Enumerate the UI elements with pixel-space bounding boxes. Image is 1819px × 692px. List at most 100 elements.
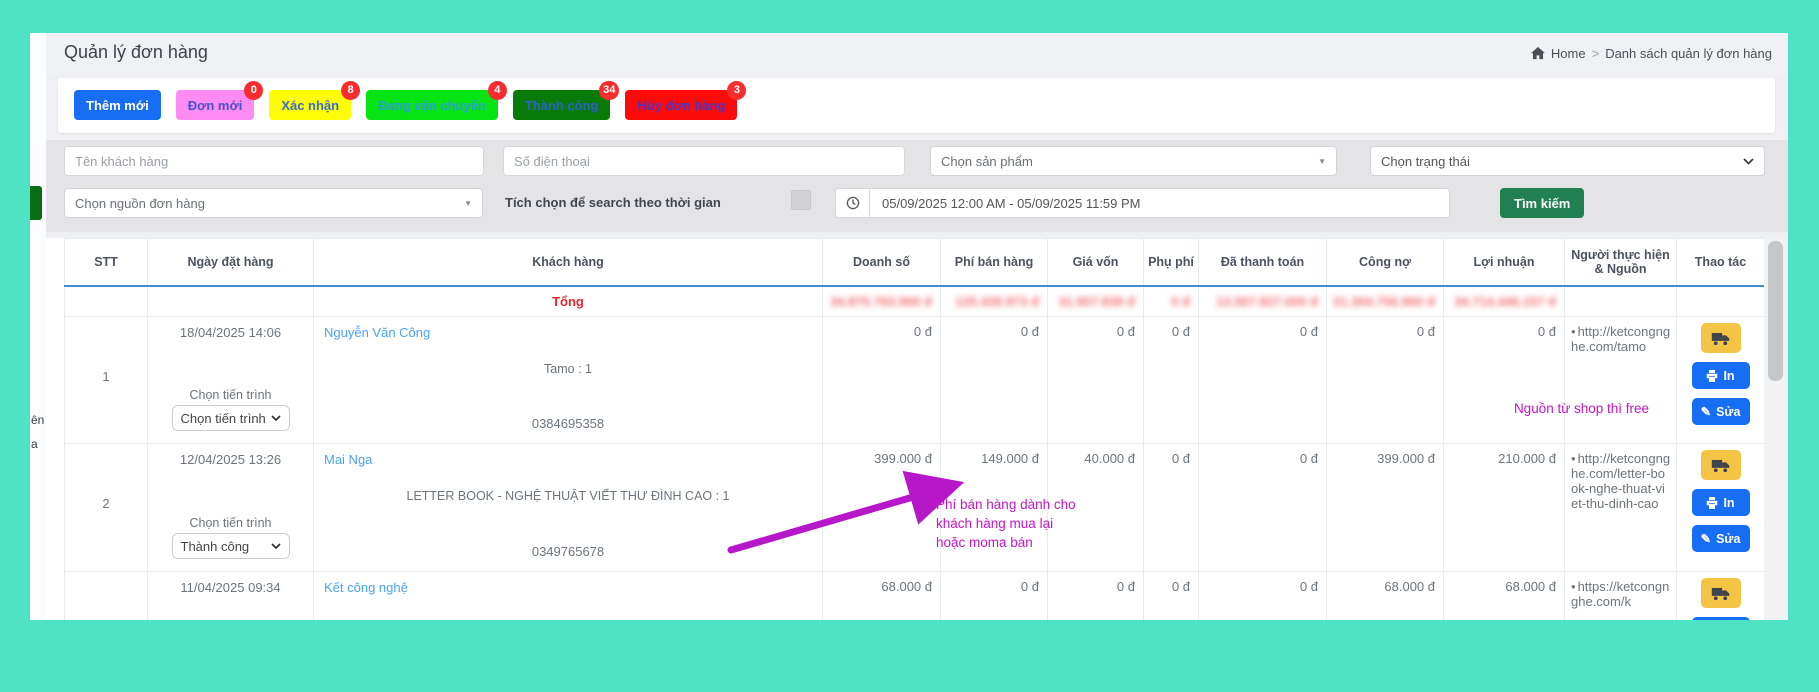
cell-debt: 0 đ xyxy=(1327,317,1444,444)
cell-selling-fee: 0 đ xyxy=(941,317,1048,444)
progress-select-value: Thành công xyxy=(181,539,250,554)
progress-select[interactable]: Thành công xyxy=(172,533,290,559)
order-date: 18/04/2025 14:06 xyxy=(180,325,281,340)
annotation-shop-free: Nguồn từ shop thì free xyxy=(1494,401,1669,416)
filter-bar: Chọn sản phẩm ▼ Chọn trạng thái Chọn ngu… xyxy=(46,140,1788,232)
source-url[interactable]: https://ketcongnghe.com/k xyxy=(1571,579,1669,609)
totals-row: Tổng 34.875.783.960 đ 125.439.973 đ 31.9… xyxy=(65,286,1765,317)
order-product: LETTER BOOK - NGHỆ THUẬT VIẾT THƯ ĐÌNH C… xyxy=(324,489,812,503)
cell-profit: 68.000 đ xyxy=(1444,572,1565,621)
source-url[interactable]: http://ketcongnghe.com/tamo xyxy=(1571,324,1670,354)
confirm-orders-button[interactable]: Xác nhận 8 xyxy=(269,90,351,120)
customer-name-input[interactable] xyxy=(64,146,484,176)
print-button[interactable]: In xyxy=(1692,362,1750,389)
home-icon xyxy=(1531,47,1545,60)
progress-label: Chọn tiến trình xyxy=(190,516,272,530)
cancelled-orders-label: Hủy đơn hàng xyxy=(637,98,725,113)
shipping-orders-label: Đang vận chuyển xyxy=(378,98,486,113)
product-select[interactable]: Chọn sản phẩm ▼ xyxy=(930,146,1337,176)
edit-button[interactable]: ✎ Sửa xyxy=(1692,525,1750,552)
scrollbar-thumb[interactable] xyxy=(1768,241,1783,381)
edit-button[interactable]: ✎ Sửa xyxy=(1692,398,1750,425)
total-debt: 21.304.756.960 đ xyxy=(1333,294,1435,309)
success-orders-button[interactable]: Thành công 34 xyxy=(513,90,611,120)
new-orders-button[interactable]: Đơn mới 0 xyxy=(176,90,255,120)
left-edge-strip: ên a xyxy=(30,33,46,620)
app-root: ên a Quản lý đơn hàng Home > Danh sách q… xyxy=(0,0,1819,692)
phone-input[interactable] xyxy=(503,146,905,176)
vertical-scrollbar[interactable] xyxy=(1764,238,1788,620)
shipping-button[interactable] xyxy=(1701,578,1741,608)
cancelled-orders-button[interactable]: Hủy đơn hàng 3 xyxy=(625,90,737,120)
progress-select[interactable]: Chọn tiến trình xyxy=(172,405,290,431)
bullet-icon: • xyxy=(1571,579,1576,594)
total-selling-fee: 125.439.973 đ xyxy=(955,294,1039,309)
shipping-orders-badge: 4 xyxy=(488,81,507,100)
time-search-checkbox[interactable] xyxy=(791,190,811,210)
search-button[interactable]: Tìm kiếm xyxy=(1500,188,1584,218)
col-paid: Đã thanh toán xyxy=(1199,239,1327,286)
customer-phone: 0384695358 xyxy=(324,416,812,431)
date-range-group xyxy=(835,188,1450,218)
col-executor-source: Người thực hiện & Nguồn xyxy=(1565,239,1677,286)
col-revenue: Doanh số xyxy=(823,239,941,286)
customer-link[interactable]: Mai Nga xyxy=(324,452,372,467)
success-orders-badge: 34 xyxy=(599,81,619,100)
date-range-input[interactable] xyxy=(869,188,1450,218)
shipping-button[interactable] xyxy=(1701,323,1741,353)
add-new-button[interactable]: Thêm mới xyxy=(74,90,161,120)
edit-label: Sửa xyxy=(1716,405,1740,419)
pencil-icon: ✎ xyxy=(1701,531,1711,546)
col-actions: Thao tác xyxy=(1677,239,1765,286)
col-surcharge: Phụ phí xyxy=(1144,239,1199,286)
col-customer: Khách hàng xyxy=(314,239,823,286)
new-orders-label: Đơn mới xyxy=(188,98,243,113)
col-cost: Giá vốn xyxy=(1048,239,1144,286)
truck-icon xyxy=(1711,331,1730,346)
table-row: 2 12/04/2025 13:26 Chọn tiến trình Thành… xyxy=(65,444,1765,572)
table-row: 1 18/04/2025 14:06 Chọn tiến trình Chọn … xyxy=(65,317,1765,444)
cell-paid: 0 đ xyxy=(1199,444,1327,572)
product-select-value: Chọn sản phẩm xyxy=(941,154,1033,169)
chevron-down-icon: ▼ xyxy=(464,199,472,208)
edge-text-fragment: a xyxy=(31,437,46,453)
status-select-value: Chọn trạng thái xyxy=(1381,154,1470,169)
table-row: 11/04/2025 09:34 Kết công nghệ 68.000 đ … xyxy=(65,572,1765,621)
print-label: In xyxy=(1723,369,1734,383)
print-button[interactable]: In xyxy=(1692,489,1750,516)
time-search-label: Tích chọn để search theo thời gian xyxy=(505,195,721,210)
print-button[interactable]: In xyxy=(1692,617,1750,620)
page-title: Quản lý đơn hàng xyxy=(64,42,208,63)
col-profit: Lợi nhuận xyxy=(1444,239,1565,286)
bullet-icon: • xyxy=(1571,324,1576,339)
truck-icon xyxy=(1711,458,1730,473)
status-select[interactable]: Chọn trạng thái xyxy=(1370,146,1765,176)
cell-profit: 0 đ xyxy=(1444,317,1565,444)
cell-revenue: 399.000 đ xyxy=(823,444,941,572)
breadcrumb-home[interactable]: Home xyxy=(1551,46,1586,61)
breadcrumb: Home > Danh sách quản lý đơn hàng xyxy=(1531,46,1772,61)
main-window: Quản lý đơn hàng Home > Danh sách quản l… xyxy=(46,33,1788,620)
total-paid: 13.567.827.000 đ xyxy=(1216,294,1318,309)
edit-label: Sửa xyxy=(1716,532,1740,546)
row-stt xyxy=(65,572,148,621)
source-url[interactable]: http://ketcongnghe.com/letter-book-nghe-… xyxy=(1571,451,1670,511)
confirm-orders-badge: 8 xyxy=(341,81,360,100)
clock-icon xyxy=(835,188,869,218)
total-revenue: 34.875.783.960 đ xyxy=(830,294,932,309)
cell-paid: 0 đ xyxy=(1199,317,1327,444)
shipping-button[interactable] xyxy=(1701,450,1741,480)
cancelled-orders-badge: 3 xyxy=(727,81,746,100)
col-selling-fee: Phí bán hàng xyxy=(941,239,1048,286)
order-source-value: Chọn nguồn đơn hàng xyxy=(75,196,205,211)
customer-link[interactable]: Kết công nghệ xyxy=(324,580,408,595)
confirm-orders-label: Xác nhận xyxy=(281,98,339,113)
col-debt: Công nợ xyxy=(1327,239,1444,286)
edge-text-fragment: ên xyxy=(31,413,46,429)
cell-profit: 210.000 đ xyxy=(1444,444,1565,572)
order-source-select[interactable]: Chọn nguồn đơn hàng ▼ xyxy=(64,188,483,218)
customer-link[interactable]: Nguyễn Văn Công xyxy=(324,325,430,340)
shipping-orders-button[interactable]: Đang vận chuyển 4 xyxy=(366,90,498,120)
cell-cost: 0 đ xyxy=(1048,572,1144,621)
progress-label: Chọn tiến trình xyxy=(190,388,272,402)
